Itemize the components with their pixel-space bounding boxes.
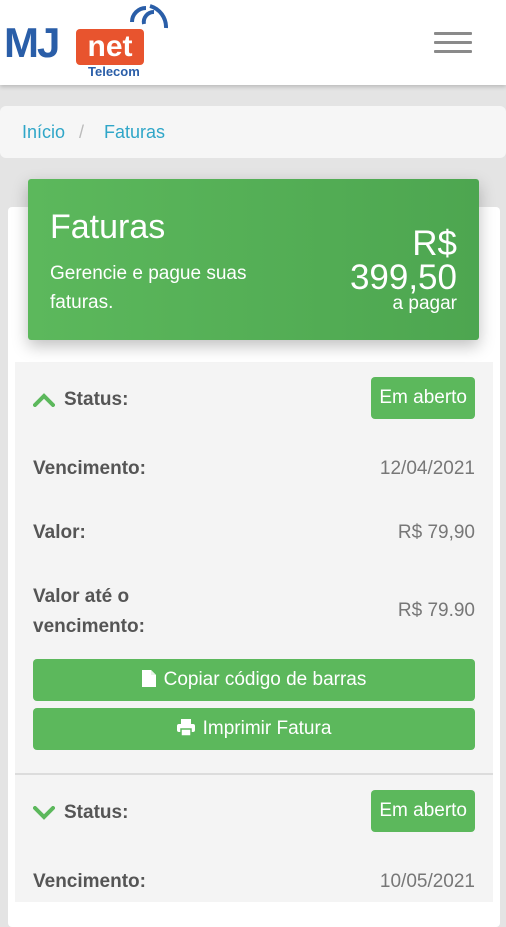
- amount-due-label: a pagar: [392, 293, 457, 314]
- due-date-value: 12/04/2021: [379, 458, 475, 479]
- page-title: Faturas: [50, 208, 166, 246]
- breadcrumb-separator: /: [79, 122, 85, 142]
- due-date-value: 10/05/2021: [379, 871, 475, 892]
- status-label: Status:: [64, 389, 129, 410]
- value-until-due-row: Valor até o vencimento: R$ 79.90: [33, 582, 475, 642]
- status-badge: Em aberto: [371, 790, 475, 832]
- due-date-row: Vencimento: 12/04/2021: [33, 454, 475, 484]
- invoice-item: Status: Em aberto Vencimento: 10/05/2021: [15, 775, 493, 905]
- wifi-signal-icon: [130, 4, 168, 29]
- logo-brand: MJ: [4, 19, 60, 66]
- header: MJ net Telecom: [0, 0, 506, 85]
- due-date-label: Vencimento:: [33, 871, 146, 892]
- value-until-due-label: Valor até o vencimento:: [33, 586, 145, 637]
- value-amount: R$ 79,90: [397, 522, 475, 543]
- amount-due: R$ 399,50: [349, 224, 457, 297]
- print-invoice-label: Imprimir Fatura: [202, 718, 332, 739]
- breadcrumb-home-link[interactable]: Início: [22, 106, 65, 158]
- chevron-up-icon[interactable]: [33, 393, 55, 407]
- breadcrumb: Início / Faturas: [0, 106, 506, 158]
- copy-barcode-label: Copiar código de barras: [163, 669, 367, 690]
- due-date-label: Vencimento:: [33, 458, 146, 479]
- invoice-status-row[interactable]: Status: Em aberto: [33, 377, 475, 419]
- invoices-summary: Faturas Gerencie e pague suas faturas. R…: [28, 179, 479, 340]
- page-description: Gerencie e pague suas faturas.: [50, 263, 247, 313]
- breadcrumb-faturas-link[interactable]: Faturas: [104, 106, 165, 158]
- mjnet-logo[interactable]: MJ net Telecom: [0, 0, 168, 82]
- due-date-row: Vencimento: 10/05/2021: [33, 867, 475, 897]
- invoice-list: Status: Em aberto Vencimento: 12/04/2021…: [15, 362, 493, 902]
- value-until-due-amount: R$ 79.90: [397, 600, 475, 621]
- invoice-item: Status: Em aberto Vencimento: 12/04/2021…: [15, 362, 493, 774]
- hamburger-icon[interactable]: [434, 32, 472, 54]
- status-label: Status:: [64, 802, 129, 823]
- print-icon: [176, 719, 195, 737]
- value-label: Valor:: [33, 522, 86, 543]
- value-row: Valor: R$ 79,90: [33, 518, 475, 548]
- status-badge: Em aberto: [371, 377, 475, 419]
- print-invoice-button[interactable]: Imprimir Fatura: [33, 708, 475, 750]
- file-icon: [141, 670, 156, 687]
- logo-telecom: Telecom: [88, 64, 140, 79]
- chevron-down-icon[interactable]: [33, 806, 55, 820]
- invoice-status-row[interactable]: Status: Em aberto: [33, 790, 475, 832]
- copy-barcode-button[interactable]: Copiar código de barras: [33, 659, 475, 701]
